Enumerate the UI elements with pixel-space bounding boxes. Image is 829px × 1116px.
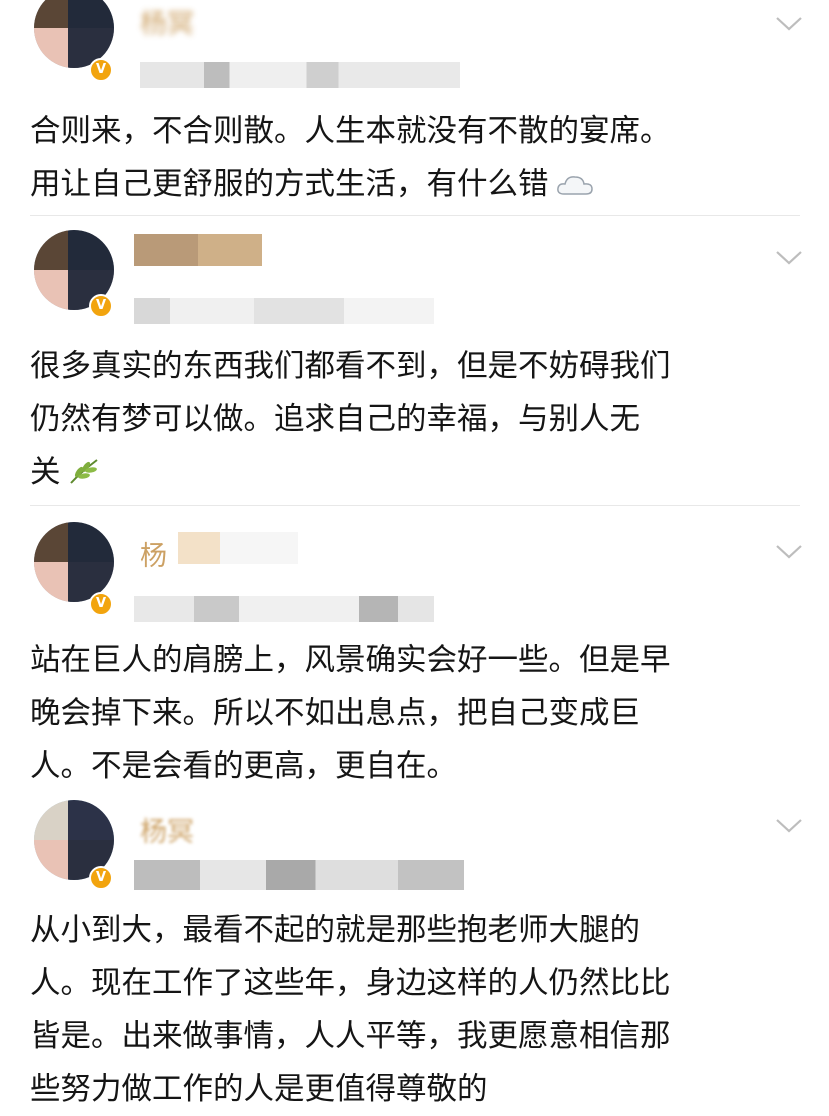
comment-text: 很多真实的东西我们都看不到，但是不妨碍我们 仍然有梦可以做。追求自己的幸福，与别… <box>30 349 671 490</box>
avatar[interactable] <box>34 522 114 602</box>
verified-badge-icon <box>89 58 113 82</box>
chevron-down-icon[interactable] <box>774 814 804 836</box>
chevron-down-icon[interactable] <box>774 12 804 34</box>
divider <box>30 505 800 506</box>
comment-text: 站在巨人的肩膀上，风景确实会好一些。但是早 晚会掉下来。所以不如出息点，把自己变… <box>30 643 671 784</box>
username[interactable]: 杨冥 <box>140 810 194 849</box>
blurred-username <box>178 532 298 564</box>
verified-badge-icon <box>89 592 113 616</box>
verified-badge-icon <box>89 866 113 890</box>
blurred-username <box>134 234 262 266</box>
chevron-down-icon[interactable] <box>774 540 804 562</box>
blurred-meta <box>134 298 434 324</box>
verified-badge-icon <box>89 294 113 318</box>
blurred-meta <box>140 62 460 88</box>
username[interactable]: 杨 <box>140 534 167 573</box>
divider <box>30 215 800 216</box>
username[interactable]: 杨冥 <box>140 2 194 41</box>
comment-text: 合则来，不合则散。人生本就没有不散的宴席。 用让自己更舒服的方式生活，有什么错 <box>30 114 671 202</box>
chevron-down-icon[interactable] <box>774 246 804 268</box>
comment-text: 从小到大，最看不起的就是那些抱老师大腿的 人。现在工作了这些年，身边这样的人仍然… <box>30 913 671 1107</box>
cloud-icon <box>556 176 593 195</box>
blurred-meta <box>134 596 434 622</box>
blurred-meta <box>134 860 464 890</box>
leaf-icon <box>69 459 98 484</box>
